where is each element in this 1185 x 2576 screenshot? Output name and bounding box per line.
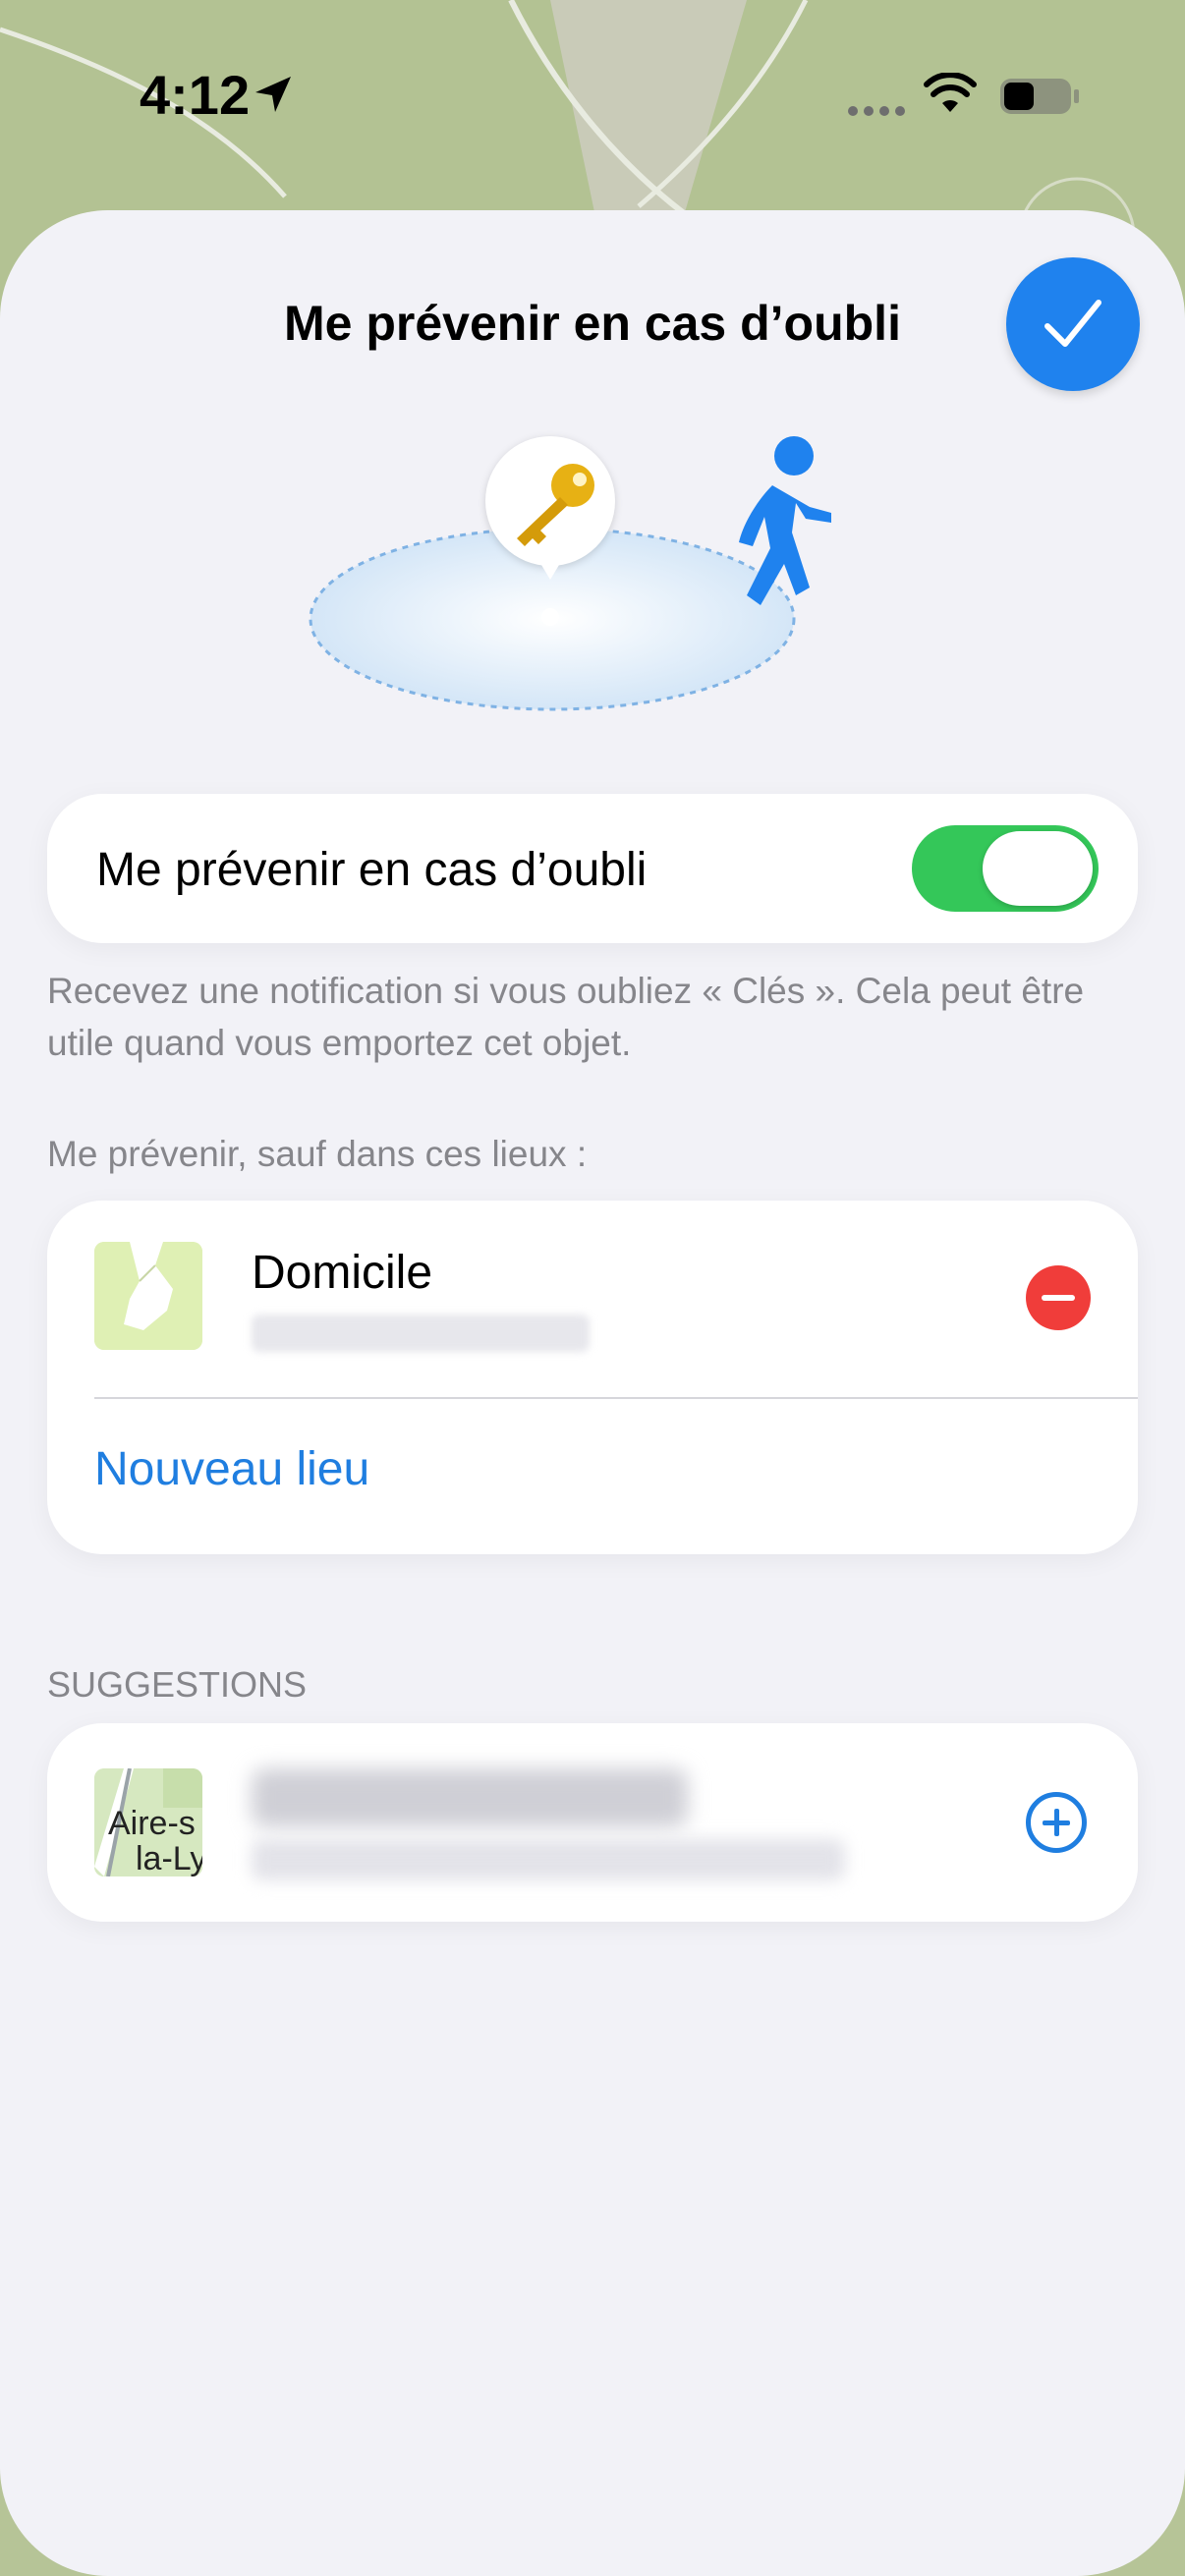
status-bar: 4:12 <box>0 0 1185 196</box>
suggestion-address-redacted <box>252 1839 845 1880</box>
suggestions-section-header: SUGGESTIONS <box>47 1664 308 1705</box>
home-map-thumbnail <box>94 1242 202 1350</box>
status-time: 4:12 <box>140 64 251 126</box>
place-address-redacted <box>252 1315 590 1352</box>
new-place-button[interactable]: Nouveau lieu <box>94 1442 369 1496</box>
battery-icon <box>1000 79 1079 114</box>
map-label: la-Ly <box>136 1840 202 1876</box>
place-name: Domicile <box>252 1247 433 1299</box>
add-suggestion-button[interactable] <box>1026 1792 1087 1853</box>
illustration <box>295 422 884 737</box>
alert-toggle-row: Me prévenir en cas d’oubli <box>47 794 1138 943</box>
places-section-header: Me prévenir, sauf dans ces lieux : <box>47 1134 588 1174</box>
alert-toggle-label: Me prévenir en cas d’oubli <box>96 844 648 896</box>
map-label: Aire-s <box>108 1805 196 1842</box>
cellular-signal-icon <box>848 106 905 116</box>
suggestion-map-thumbnail: Aire-s la-Ly <box>94 1768 202 1876</box>
wifi-icon <box>924 73 977 112</box>
remove-place-button[interactable] <box>1026 1265 1091 1330</box>
alert-toggle-footer: Recevez une notification si vous oubliez… <box>47 971 1085 1063</box>
suggestion-name-redacted <box>252 1768 688 1827</box>
toggle-knob <box>983 831 1093 906</box>
done-button[interactable] <box>1006 257 1140 391</box>
alert-toggle-switch[interactable] <box>912 825 1099 912</box>
checkmark-icon <box>1044 300 1101 347</box>
suggestions-list: Aire-s la-Ly <box>47 1723 1138 1922</box>
places-list: Domicile Nouveau lieu <box>47 1201 1138 1554</box>
divider <box>94 1397 1138 1399</box>
location-arrow-icon <box>255 77 291 112</box>
